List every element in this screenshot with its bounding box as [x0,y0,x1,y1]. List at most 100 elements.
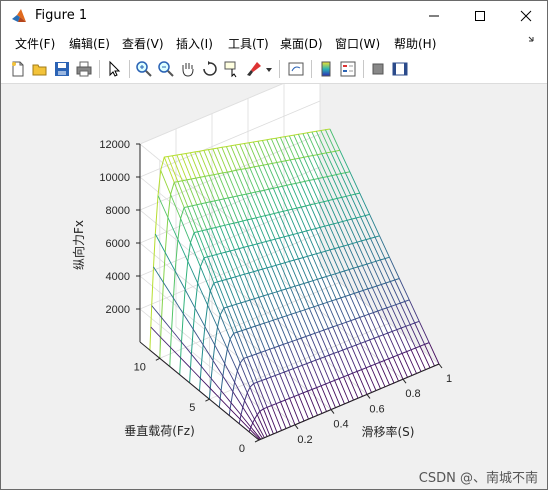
surface-mesh-line [349,171,361,194]
z-tick-label: 8000 [106,205,130,217]
x-tick-label: 0.8 [405,388,420,400]
brush-icon[interactable] [245,60,263,78]
surface-mesh-line [351,218,362,242]
zoom-in-icon[interactable] [135,60,153,78]
minimize-icon [429,15,439,17]
surface-mesh-line [359,192,371,215]
minimize-button[interactable] [411,1,457,31]
x-tick-mark [438,363,443,369]
window-title: Figure 1 [35,8,88,23]
brush-dropdown-icon[interactable] [265,60,273,78]
surface-mesh-line [352,268,364,291]
save-icon[interactable] [53,60,71,78]
surface-mesh-line [354,193,366,216]
pan-hand-icon[interactable] [179,60,197,78]
x-tick-mark [402,378,407,384]
legend-icon[interactable] [339,60,357,78]
surface-mesh-line [399,302,411,325]
surface-mesh-line [334,248,345,272]
menu-file[interactable]: 文件(F) [15,35,55,52]
surface-mesh-line [376,285,388,309]
surface-mesh-line [350,195,362,217]
y-tick-label: 0 [239,443,245,455]
surface-mesh-line [366,263,378,287]
z-axis-label: 纵向力Fx [71,220,86,270]
menu-window[interactable]: 窗口(W) [335,35,380,52]
toolbar-separator [279,60,280,78]
x-tick-label: 1 [446,373,452,385]
zoom-out-icon[interactable] [157,60,175,78]
x-tick-label: 0.6 [369,403,384,415]
dock-arrow-icon[interactable] [527,35,539,47]
surface-mesh-line [340,173,352,196]
surface-mesh-line [324,129,336,152]
surface-mesh-line [327,200,339,223]
x-tick-mark [366,394,371,399]
surface-mesh-line [364,215,376,238]
figure-canvas[interactable]: 0.2 0.4 0.6 0.8 1 0 5 10 2000 4000 6000 8000 10000 12… [1,67,547,489]
hide-plot-tools-icon[interactable] [369,60,387,78]
y-tick-mark [205,398,210,402]
surface-mesh-line [370,238,381,261]
surface-mesh-line [323,201,335,225]
surface-mesh-line [348,269,360,293]
x-axis-label: 滑移率(S) [362,424,415,439]
surface-mesh-line [361,240,372,263]
surface-mesh-line [342,221,353,244]
new-figure-icon[interactable] [9,60,27,78]
menu-help[interactable]: 帮助(H) [394,35,436,52]
rotate-3d-icon[interactable] [201,60,219,78]
surface-mesh-line [330,151,342,174]
figure-toolbar [1,55,547,84]
surface-mesh-line [380,284,392,307]
data-cursor-icon[interactable] [223,60,241,78]
surface-mesh-line [325,251,336,274]
z-tick-label: 4000 [106,271,130,283]
surface-mesh-line [379,235,390,258]
surface-mesh-line [418,321,430,343]
surface-mesh-line [370,262,382,285]
surface-mesh-line [395,304,407,327]
surface-mesh-line [345,196,357,219]
toolbar-separator [99,60,100,78]
toolbar-separator [363,60,364,78]
open-file-icon[interactable] [31,60,49,78]
surface-mesh-line [334,151,346,173]
menu-desktop[interactable]: 桌面(D) [280,35,323,52]
watermark-text: CSDN @、南城不南 [418,471,538,486]
menu-insert[interactable]: 插入(I) [176,35,213,52]
surface-mesh-line [336,198,348,221]
z-tick-label: 10000 [99,172,130,184]
surface-mesh-line [365,239,377,262]
surface-mesh-line [339,150,351,172]
colorbar-icon[interactable] [317,60,335,78]
z-tick-label: 12000 [99,139,130,151]
print-icon[interactable] [75,60,93,78]
menu-tools[interactable]: 工具(T) [228,35,269,52]
menu-view[interactable]: 查看(V) [122,35,164,52]
surface-mesh-line [414,322,426,345]
surface-mesh-line [398,278,410,301]
x-tick-mark [330,409,335,414]
surface-mesh-line [371,287,383,310]
maximize-icon [475,11,485,21]
surface-mesh-line [360,216,371,239]
close-button[interactable] [503,1,549,31]
show-plot-tools-icon[interactable] [391,60,409,78]
surface-mesh-line [341,197,353,220]
surface-mesh-line [322,177,334,200]
surface-plot-axes[interactable]: 0.20.40.60.81051020004000600080001000012… [1,67,547,489]
menu-edit[interactable]: 编辑(E) [69,35,110,52]
surface-mesh-line [374,236,386,259]
surface-mesh-line [338,247,350,270]
surface-mesh-line [344,172,356,195]
surface-mesh-line [328,224,340,248]
pointer-icon[interactable] [105,60,123,78]
surface-mesh-line [326,176,338,199]
surface-mesh-line [335,174,347,197]
link-plot-icon[interactable] [287,60,305,78]
y-tick-label: 10 [134,361,146,373]
surface-mesh-line [331,175,343,198]
surface-mesh-line [352,243,363,266]
maximize-button[interactable] [457,1,503,31]
